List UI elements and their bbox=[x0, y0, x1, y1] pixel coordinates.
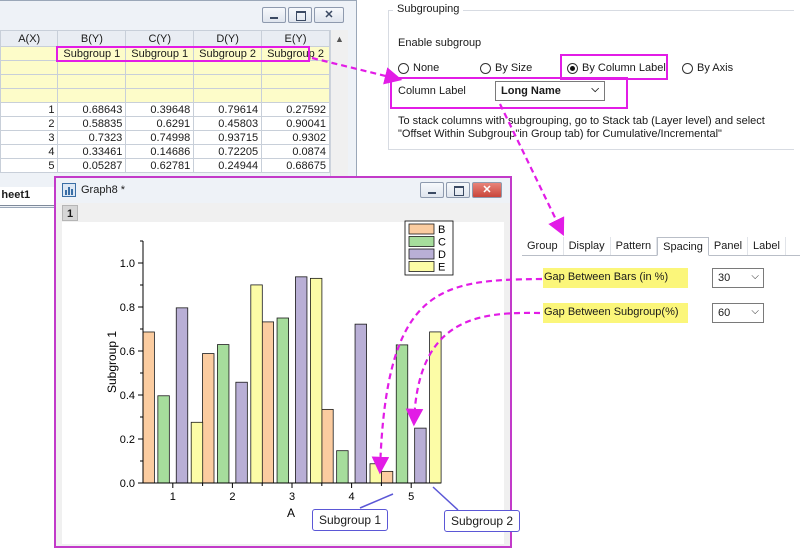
y-tick-label: 0.8 bbox=[120, 302, 135, 314]
y-tick-label: 0.6 bbox=[120, 346, 135, 358]
legend-label: B bbox=[438, 224, 445, 236]
bar bbox=[321, 408, 334, 484]
bar bbox=[202, 353, 215, 484]
bar bbox=[250, 284, 263, 484]
legend-swatch bbox=[408, 261, 435, 272]
x-tick-label: 4 bbox=[349, 491, 355, 503]
bar bbox=[395, 344, 409, 484]
y-tick-label: 0.2 bbox=[120, 434, 135, 446]
subgroup1-callout: Subgroup 1 bbox=[312, 509, 389, 531]
legend-swatch bbox=[408, 236, 435, 247]
legend-label: D bbox=[438, 249, 446, 261]
bar bbox=[142, 331, 155, 484]
y-tick-label: 0.4 bbox=[120, 390, 135, 402]
bar bbox=[369, 463, 382, 484]
x-tick-label: 5 bbox=[408, 491, 414, 503]
bar bbox=[157, 395, 170, 484]
bar bbox=[336, 450, 349, 484]
x-tick-label: 3 bbox=[289, 491, 295, 503]
y-tick-label: 0.0 bbox=[120, 478, 135, 490]
bar bbox=[190, 421, 204, 484]
bar bbox=[235, 381, 248, 484]
x-tick-label: 2 bbox=[229, 491, 235, 503]
x-tick-label: 1 bbox=[170, 491, 176, 503]
bar bbox=[276, 317, 289, 484]
bar bbox=[414, 427, 427, 484]
bar bbox=[295, 276, 308, 484]
x-axis-title: A bbox=[287, 506, 295, 520]
y-tick-label: 1.0 bbox=[120, 258, 135, 270]
y-axis-title: Subgroup 1 bbox=[105, 331, 119, 393]
bar-chart: 0.0 0.2 0.4 0.6 0.8 1.0 1 2 3 4 5 A Subgroup 1 BCDE bbox=[105, 220, 454, 520]
legend-label: E bbox=[438, 262, 445, 274]
bar bbox=[217, 344, 230, 484]
bar bbox=[429, 331, 442, 484]
legend-label: C bbox=[438, 237, 446, 249]
legend-swatch bbox=[408, 223, 435, 235]
bar bbox=[380, 470, 394, 484]
bar bbox=[175, 307, 189, 484]
bar bbox=[309, 277, 323, 484]
bar bbox=[261, 321, 275, 484]
bar bbox=[354, 323, 367, 484]
subgroup2-callout: Subgroup 2 bbox=[444, 510, 521, 532]
legend-swatch bbox=[408, 248, 435, 260]
